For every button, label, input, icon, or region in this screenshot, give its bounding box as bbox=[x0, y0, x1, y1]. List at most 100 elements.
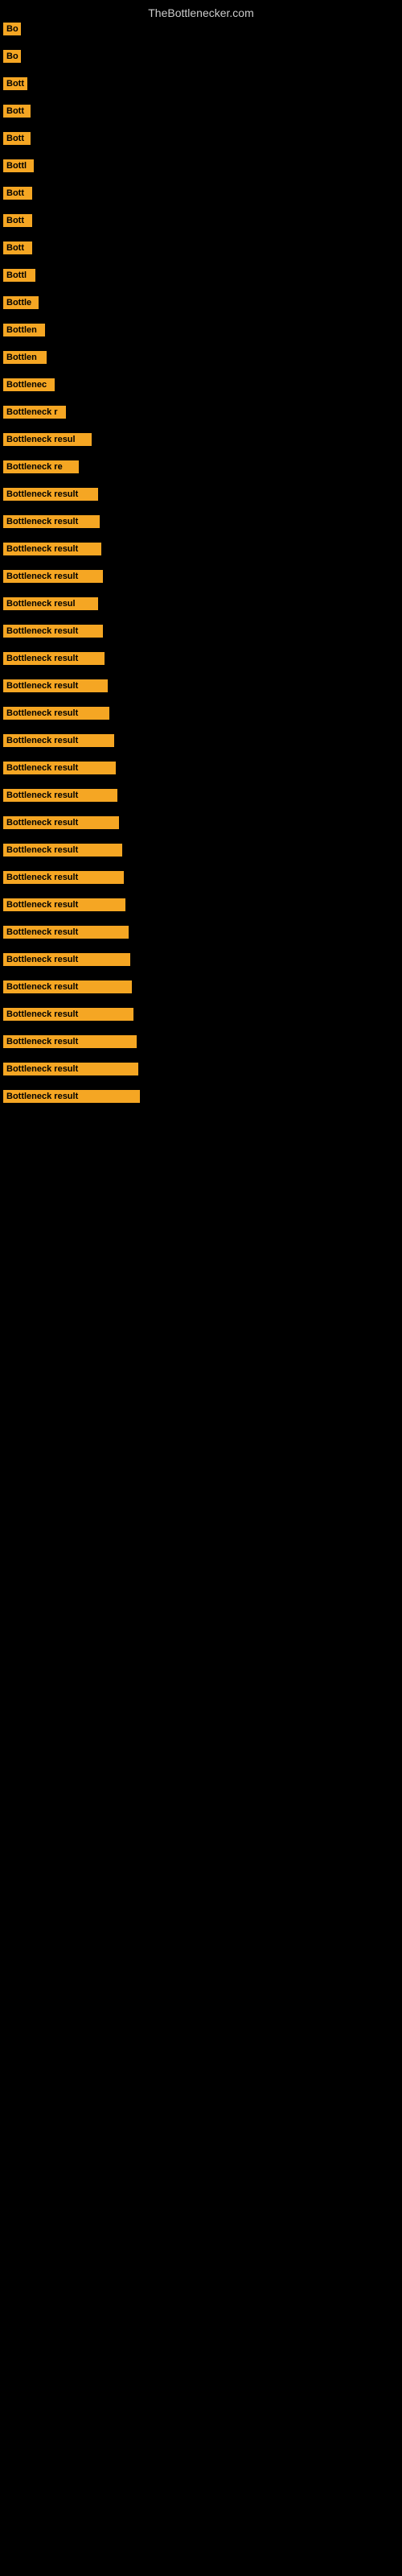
bar-container: Bottlenec bbox=[3, 378, 402, 391]
bar-container: Bottleneck result bbox=[3, 570, 402, 583]
bar-container: Bottleneck result bbox=[3, 734, 402, 747]
bar-row: Bott bbox=[0, 132, 402, 145]
bar-label: Bottle bbox=[3, 296, 39, 309]
bar-container: Bottleneck result bbox=[3, 625, 402, 638]
bar-row: Bottleneck result bbox=[0, 1035, 402, 1048]
bar-row: Bott bbox=[0, 105, 402, 118]
bar-label: Bottlen bbox=[3, 324, 45, 336]
bar-container: Bottleneck result bbox=[3, 1090, 402, 1103]
bar-container: Bottleneck result bbox=[3, 762, 402, 774]
bar-label: Bottleneck result bbox=[3, 707, 109, 720]
bar-label: Bottleneck result bbox=[3, 762, 116, 774]
bar-row: Bottlenec bbox=[0, 378, 402, 391]
bar-container: Bottleneck result bbox=[3, 789, 402, 802]
bar-label: Bo bbox=[3, 23, 21, 35]
bar-container: Bottleneck result bbox=[3, 543, 402, 555]
bar-label: Bottleneck result bbox=[3, 1008, 133, 1021]
site-title: TheBottlenecker.com bbox=[0, 0, 402, 23]
bar-container: Bottleneck resul bbox=[3, 597, 402, 610]
bar-container: Bottleneck result bbox=[3, 816, 402, 829]
bar-label: Bottleneck result bbox=[3, 734, 114, 747]
bar-row: Bottleneck result bbox=[0, 844, 402, 857]
bar-label: Bottleneck re bbox=[3, 460, 79, 473]
bar-container: Bottle bbox=[3, 296, 402, 309]
bar-label: Bottleneck result bbox=[3, 570, 103, 583]
bars-container: Bo Bo Bott Bott Bott Bottl Bott Bott Bott Bottl Bo… bbox=[0, 23, 402, 1103]
bar-label: Bott bbox=[3, 105, 31, 118]
bar-row: Bottleneck result bbox=[0, 1090, 402, 1103]
bar-label: Bott bbox=[3, 132, 31, 145]
bar-row: Bottleneck result bbox=[0, 543, 402, 555]
bar-label: Bottleneck result bbox=[3, 953, 130, 966]
bar-row: Bottlen bbox=[0, 324, 402, 336]
bar-label: Bottleneck result bbox=[3, 1035, 137, 1048]
bar-row: Bottleneck result bbox=[0, 707, 402, 720]
bar-label: Bottleneck result bbox=[3, 816, 119, 829]
bar-row: Bott bbox=[0, 214, 402, 227]
bar-container: Bottl bbox=[3, 159, 402, 172]
bar-row: Bottleneck result bbox=[0, 1008, 402, 1021]
bar-row: Bottleneck result bbox=[0, 816, 402, 829]
bar-container: Bottleneck result bbox=[3, 926, 402, 939]
bar-container: Bott bbox=[3, 214, 402, 227]
bar-row: Bottleneck result bbox=[0, 515, 402, 528]
bar-row: Bottleneck r bbox=[0, 406, 402, 419]
bar-container: Bottl bbox=[3, 269, 402, 282]
bar-label: Bottleneck r bbox=[3, 406, 66, 419]
bar-container: Bott bbox=[3, 242, 402, 254]
bar-row: Bottleneck result bbox=[0, 652, 402, 665]
bar-container: Bottleneck result bbox=[3, 515, 402, 528]
bar-label: Bottleneck resul bbox=[3, 433, 92, 446]
bar-row: Bottleneck re bbox=[0, 460, 402, 473]
bar-container: Bott bbox=[3, 187, 402, 200]
bar-container: Bottleneck result bbox=[3, 871, 402, 884]
bar-row: Bottleneck resul bbox=[0, 597, 402, 610]
bar-row: Bottleneck result bbox=[0, 1063, 402, 1075]
bar-container: Bott bbox=[3, 132, 402, 145]
bar-label: Bottleneck result bbox=[3, 488, 98, 501]
bar-label: Bottlen bbox=[3, 351, 47, 364]
bar-container: Bottleneck resul bbox=[3, 433, 402, 446]
bar-container: Bottleneck result bbox=[3, 652, 402, 665]
bar-label: Bottleneck result bbox=[3, 926, 129, 939]
bar-container: Bottleneck result bbox=[3, 844, 402, 857]
bar-label: Bottleneck result bbox=[3, 980, 132, 993]
bar-row: Bottleneck result bbox=[0, 488, 402, 501]
bar-row: Bott bbox=[0, 242, 402, 254]
bar-container: Bott bbox=[3, 77, 402, 90]
bar-row: Bottl bbox=[0, 269, 402, 282]
bar-row: Bottleneck result bbox=[0, 570, 402, 583]
bar-container: Bottleneck result bbox=[3, 953, 402, 966]
bar-label: Bottleneck result bbox=[3, 652, 105, 665]
bar-label: Bottleneck result bbox=[3, 679, 108, 692]
bar-row: Bottleneck result bbox=[0, 926, 402, 939]
bar-label: Bottlenec bbox=[3, 378, 55, 391]
bar-container: Bottleneck result bbox=[3, 898, 402, 911]
bar-row: Bottl bbox=[0, 159, 402, 172]
bar-row: Bottleneck result bbox=[0, 871, 402, 884]
bar-row: Bottleneck result bbox=[0, 734, 402, 747]
bar-label: Bottleneck resul bbox=[3, 597, 98, 610]
bar-row: Bottleneck result bbox=[0, 679, 402, 692]
bar-container: Bo bbox=[3, 50, 402, 63]
bar-label: Bottl bbox=[3, 159, 34, 172]
bar-row: Bottleneck result bbox=[0, 980, 402, 993]
bar-label: Bott bbox=[3, 77, 27, 90]
bar-label: Bottleneck result bbox=[3, 515, 100, 528]
bar-container: Bottleneck result bbox=[3, 707, 402, 720]
bar-container: Bottleneck result bbox=[3, 1035, 402, 1048]
bar-row: Bottleneck resul bbox=[0, 433, 402, 446]
bar-container: Bottleneck r bbox=[3, 406, 402, 419]
bar-row: Bottle bbox=[0, 296, 402, 309]
bar-row: Bott bbox=[0, 77, 402, 90]
bar-container: Bottleneck result bbox=[3, 1063, 402, 1075]
bar-container: Bottleneck result bbox=[3, 980, 402, 993]
bar-row: Bo bbox=[0, 50, 402, 63]
bar-label: Bottleneck result bbox=[3, 898, 125, 911]
bar-label: Bo bbox=[3, 50, 21, 63]
bar-label: Bottleneck result bbox=[3, 871, 124, 884]
bar-label: Bottl bbox=[3, 269, 35, 282]
bar-label: Bottleneck result bbox=[3, 1090, 140, 1103]
bar-container: Bott bbox=[3, 105, 402, 118]
bar-row: Bottleneck result bbox=[0, 953, 402, 966]
